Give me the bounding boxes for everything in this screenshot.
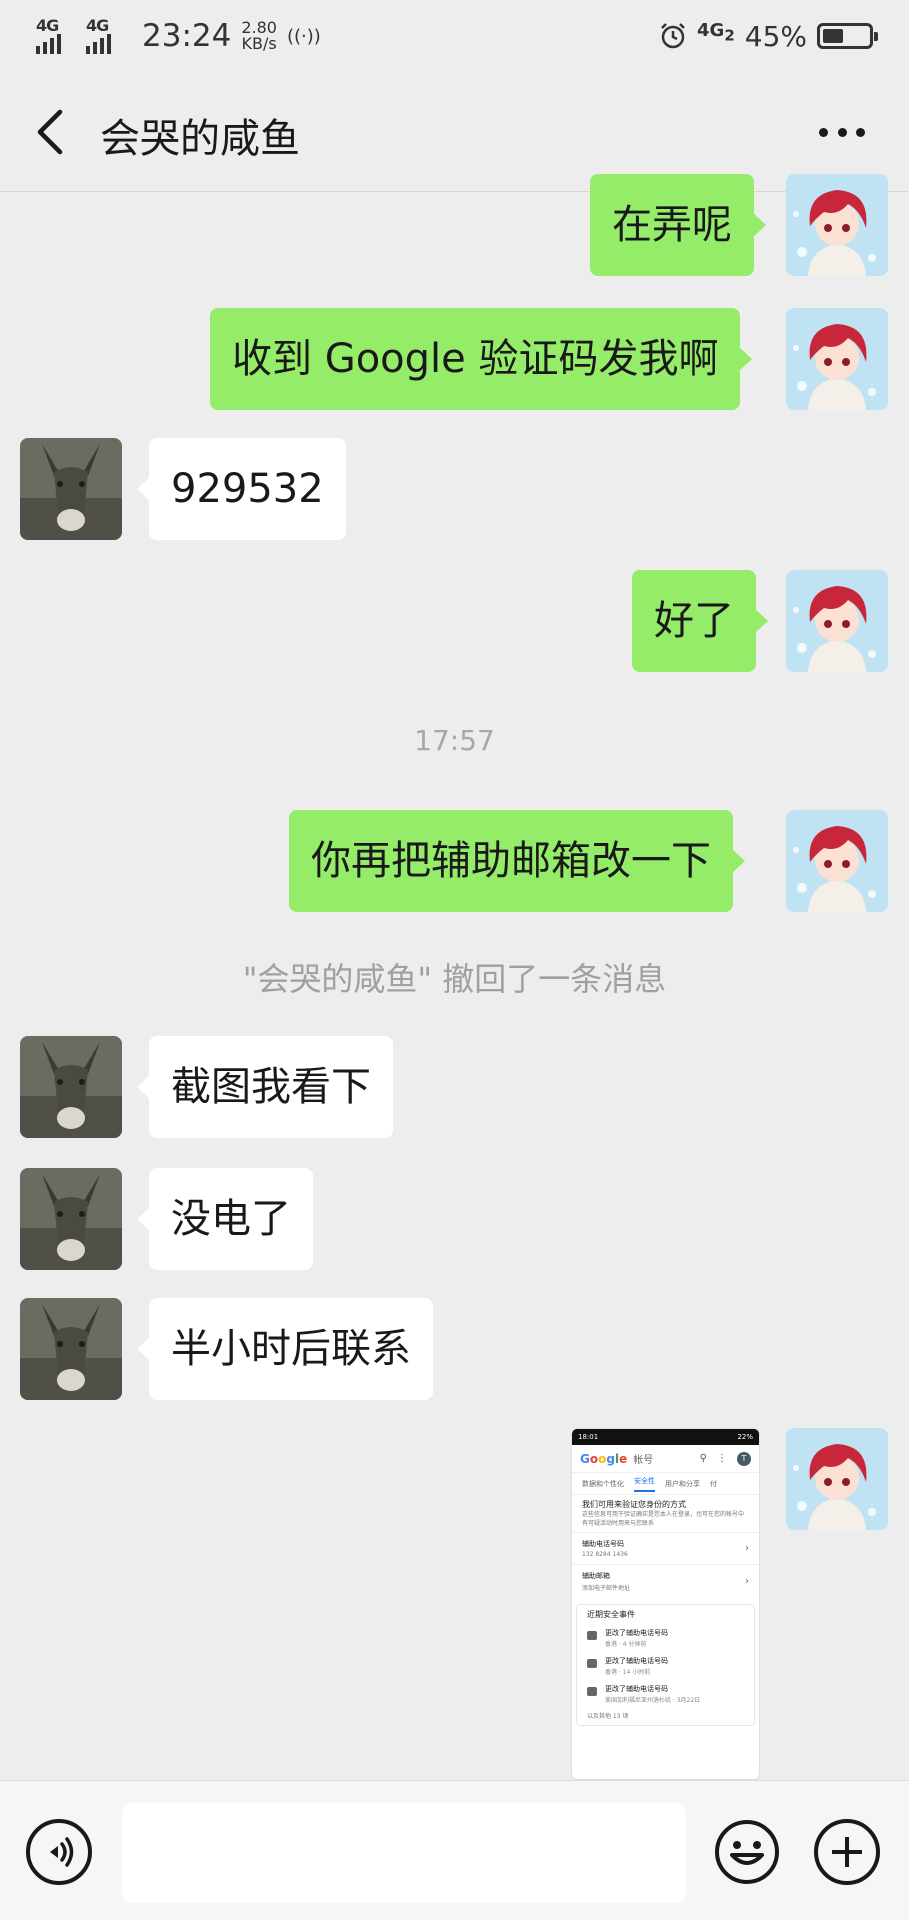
- more-dots-icon[interactable]: [819, 128, 865, 138]
- signal-icon-2: 4G: [86, 16, 126, 54]
- battery-percent: 45%: [744, 19, 807, 53]
- google-logo: Google: [580, 1451, 628, 1466]
- status-bar: 4G 4G 23:24 2.80 KB/s ((·)) 4G2 45%: [0, 0, 909, 72]
- network-type-right-label: 4G: [697, 19, 725, 41]
- image-tab: 数据和个性化: [582, 1479, 624, 1488]
- voice-glyph: [50, 1837, 74, 1867]
- message-bubble-outgoing[interactable]: 收到 Google 验证码发我啊: [210, 308, 753, 410]
- avatar-contact[interactable]: [20, 1168, 122, 1270]
- image-row: 辅助电话号码 132 8284 1436 ›: [572, 1532, 759, 1564]
- image-status-bar: 18:01 22%: [572, 1429, 759, 1445]
- device-icon: [587, 1687, 597, 1696]
- chat-header: 会哭的咸鱼: [0, 72, 909, 192]
- kebab-icon: ⋮: [717, 1453, 727, 1464]
- avatar-self[interactable]: [786, 174, 888, 276]
- device-icon: [587, 1631, 597, 1640]
- avatar-self[interactable]: [786, 1428, 888, 1530]
- image-row: 辅助邮箱 添加电子邮件地址 ›: [572, 1564, 759, 1598]
- network-type-1: 4G: [36, 16, 59, 35]
- search-icon: ⚲: [699, 1453, 707, 1464]
- message-timestamp: 17:57: [414, 724, 495, 757]
- avatar-contact[interactable]: [20, 1036, 122, 1138]
- message-bubble-incoming[interactable]: 半小时后联系: [137, 1298, 433, 1400]
- message-bubble-outgoing[interactable]: 在弄呢: [590, 174, 766, 276]
- chevron-right-icon: ›: [745, 1576, 749, 1587]
- image-status-battery: 22%: [737, 1433, 753, 1441]
- account-avatar: T: [737, 1451, 751, 1466]
- image-tabs: 数据和个性化 安全性 用户和分享 付: [572, 1473, 759, 1495]
- signal-icon-1: 4G: [36, 16, 76, 54]
- image-events-card: 近期安全事件 更改了辅助电话号码 香港 · 4 分钟前 更改了辅助电话号码 香港 ·…: [576, 1604, 755, 1726]
- chat-screen: 4G 4G 23:24 2.80 KB/s ((·)) 4G2 45% 会哭的咸…: [0, 0, 909, 1920]
- image-section-title: 我们可用来验证您身份的方式: [582, 1500, 686, 1509]
- network-speed-unit: KB/s: [241, 34, 277, 53]
- image-google-header: Google 帐号 ⚲ ⋮ T: [572, 1445, 759, 1473]
- image-event: 更改了辅助电话号码 美国加利福尼亚州洛杉矶 · 3月22日: [577, 1680, 754, 1708]
- avatar-contact[interactable]: [20, 1298, 122, 1400]
- network-type-2: 4G: [86, 16, 109, 35]
- message-bubble-incoming[interactable]: 没电了: [137, 1168, 313, 1270]
- chevron-right-icon: ›: [745, 1543, 749, 1554]
- image-tab-active: 安全性: [634, 1476, 655, 1492]
- image-tab: 付: [710, 1479, 717, 1488]
- chevron-left-icon[interactable]: [28, 104, 76, 160]
- image-section: 我们可用来验证您身份的方式 这些信息可用于验证确实是您本人在登录，也可在您的帐号…: [572, 1495, 759, 1532]
- status-time: 23:24: [142, 18, 232, 54]
- avatar-self[interactable]: [786, 570, 888, 672]
- input-bar: [0, 1780, 909, 1920]
- avatar-self[interactable]: [786, 308, 888, 410]
- message-bubble-incoming[interactable]: 929532: [137, 438, 346, 540]
- google-account-label: 帐号: [633, 1455, 654, 1466]
- image-event: 更改了辅助电话号码 香港 · 14 小时前: [577, 1652, 754, 1680]
- network-type-right-sub: 2: [724, 26, 735, 45]
- battery-icon: [817, 23, 878, 49]
- network-type-right: 4G2: [697, 20, 735, 45]
- avatar-self[interactable]: [786, 810, 888, 912]
- device-icon: [587, 1659, 597, 1668]
- chat-title: 会哭的咸鱼: [100, 116, 300, 162]
- voice-icon[interactable]: [26, 1819, 92, 1885]
- alarm-icon: [661, 23, 685, 49]
- message-input[interactable]: [122, 1803, 686, 1903]
- image-events-footer: 以及其他 13 项: [587, 1713, 629, 1720]
- hotspot-icon: ((·)): [286, 25, 321, 47]
- recall-notice: "会哭的咸鱼" 撤回了一条消息: [242, 960, 667, 998]
- message-bubble-incoming[interactable]: 截图我看下: [137, 1036, 393, 1138]
- status-left: 4G 4G 23:24 2.80 KB/s ((·)): [36, 16, 321, 56]
- message-bubble-outgoing[interactable]: 好了: [632, 570, 768, 672]
- image-tab: 用户和分享: [665, 1479, 700, 1488]
- network-speed: 2.80 KB/s: [241, 20, 277, 52]
- image-status-time: 18:01: [578, 1433, 599, 1441]
- image-event: 更改了辅助电话号码 香港 · 4 分钟前: [577, 1624, 754, 1652]
- plus-icon[interactable]: [814, 1819, 880, 1885]
- emoji-icon[interactable]: [714, 1819, 780, 1885]
- image-events-title: 近期安全事件: [587, 1610, 635, 1619]
- status-right: 4G2 45%: [659, 16, 878, 56]
- battery-fill: [823, 29, 843, 43]
- message-bubble-outgoing[interactable]: 你再把辅助邮箱改一下: [289, 810, 745, 912]
- image-section-sub: 这些信息可用于验证确实是您本人在登录，也可在您的帐号中有可疑活动时用来与您联系: [582, 1511, 745, 1527]
- image-message[interactable]: 18:01 22% Google 帐号 ⚲ ⋮ T 数据和个性化 安全性 用户和…: [571, 1428, 760, 1780]
- avatar-contact[interactable]: [20, 438, 122, 540]
